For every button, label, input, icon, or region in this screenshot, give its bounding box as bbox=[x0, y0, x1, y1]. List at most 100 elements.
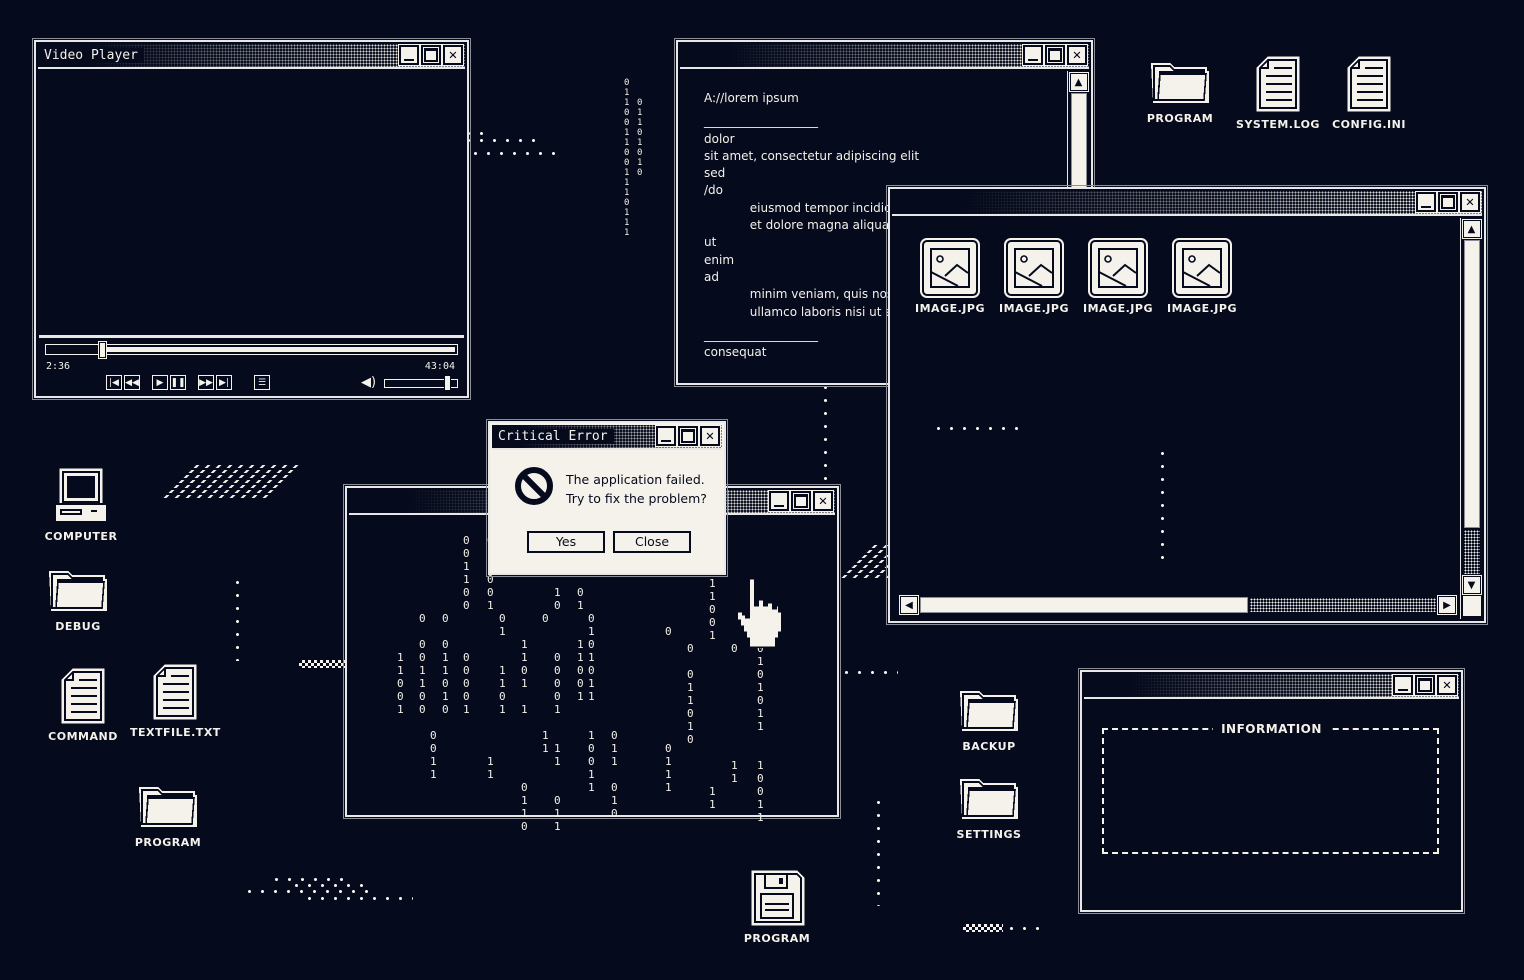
desktop-icon-backup[interactable]: BACKUP bbox=[944, 686, 1034, 753]
arrow-left-icon: ◀ bbox=[905, 599, 913, 611]
playlist-button[interactable]: ☰ bbox=[254, 375, 270, 390]
desktop-icon-program[interactable]: PROGRAM bbox=[1135, 58, 1225, 125]
desktop-icon-label: SYSTEM.LOG bbox=[1236, 118, 1320, 131]
horizontal-scroll-thumb[interactable] bbox=[920, 597, 1248, 613]
play-icon: ▶ bbox=[156, 377, 164, 388]
desktop-icon-label: PROGRAM bbox=[134, 836, 202, 849]
yes-button[interactable]: Yes bbox=[527, 531, 605, 553]
seek-bar[interactable] bbox=[45, 341, 458, 359]
text-line: sed bbox=[704, 166, 726, 181]
image-file-icon[interactable]: IMAGE.JPG bbox=[1078, 238, 1158, 315]
scroll-thumb[interactable] bbox=[1463, 240, 1480, 528]
vertical-scrollbar[interactable]: ▲ ▼ bbox=[1460, 218, 1482, 619]
decor-vdots-bottom bbox=[877, 796, 880, 906]
pause-button[interactable]: ❚❚ bbox=[170, 375, 186, 390]
text-line: dolor bbox=[704, 131, 735, 146]
desktop-icon-computer[interactable]: COMPUTER bbox=[36, 468, 126, 543]
skip-back-icon: |◀ bbox=[109, 377, 119, 388]
desktop-icon-system-log[interactable]: SYSTEM.LOG bbox=[1233, 56, 1323, 131]
volume-icon[interactable]: ◀) bbox=[361, 375, 376, 390]
volume-handle[interactable] bbox=[443, 375, 451, 391]
desktop-icon-textfile-txt[interactable]: TEXTFILE.TXT bbox=[130, 664, 220, 739]
rewind-button[interactable]: ◀◀ bbox=[124, 375, 140, 390]
image-file-icon[interactable]: IMAGE.JPG bbox=[1162, 238, 1242, 315]
close-button[interactable]: ✕ bbox=[1436, 674, 1458, 696]
window-title: Video Player bbox=[44, 48, 144, 63]
desktop-icon-label: COMMAND bbox=[48, 730, 118, 743]
image-icon bbox=[1088, 238, 1148, 298]
close-dialog-button[interactable]: Close bbox=[613, 531, 691, 553]
minimize-button[interactable] bbox=[1022, 44, 1044, 66]
desktop-icon-config-ini[interactable]: CONFIG.INI bbox=[1324, 56, 1414, 131]
skip-back-button[interactable]: |◀ bbox=[106, 375, 122, 390]
decor-dots-bottom-right bbox=[1005, 927, 1047, 930]
binary-stream-decor-2: 0 1 1 0 1 0 1 0 bbox=[637, 98, 643, 178]
video-player-window[interactable]: Video Player ✕ 2:36 43:04 |◀ ◀◀ ▶ ❚❚ ▶▶ … bbox=[32, 38, 471, 400]
scroll-right-button[interactable]: ▶ bbox=[1437, 595, 1457, 615]
text-window-titlebar[interactable]: ✕ bbox=[680, 44, 1089, 69]
critical-error-dialog[interactable]: Critical Error ✕ The application failed.… bbox=[486, 419, 728, 577]
maximize-button[interactable] bbox=[1044, 44, 1066, 66]
horizontal-scroll-track[interactable] bbox=[1250, 598, 1436, 612]
fast-forward-button[interactable]: ▶▶ bbox=[198, 375, 214, 390]
desktop-icon-label: SETTINGS bbox=[956, 828, 1022, 841]
binary-column: 0 0 0 1 1 0 1 0 bbox=[611, 534, 618, 820]
skip-forward-button[interactable]: ▶| bbox=[216, 375, 232, 390]
volume-slider[interactable] bbox=[384, 375, 458, 391]
pause-icon: ❚❚ bbox=[170, 377, 186, 388]
close-button[interactable]: ✕ bbox=[1459, 191, 1481, 213]
text-line: ___________________ bbox=[704, 114, 818, 129]
minimize-button[interactable] bbox=[1415, 191, 1437, 213]
video-player-titlebar[interactable]: Video Player ✕ bbox=[38, 44, 465, 69]
horizontal-scrollbar[interactable]: ◀ ▶ bbox=[899, 595, 1457, 615]
image-folder-window[interactable]: ✕ IMAGE.JPG IMAGE.JPG IMAGE.JPG IMAGE.JPG ▲… bbox=[886, 185, 1488, 625]
scroll-down-button[interactable]: ▼ bbox=[1461, 575, 1482, 595]
folder-icon bbox=[944, 774, 1034, 822]
information-window[interactable]: ✕ INFORMATION bbox=[1078, 668, 1465, 914]
maximize-button[interactable] bbox=[420, 44, 442, 66]
desktop-icon-settings[interactable]: SETTINGS bbox=[944, 774, 1034, 841]
image-window-titlebar[interactable]: ✕ bbox=[892, 191, 1482, 216]
maximize-button[interactable] bbox=[1414, 674, 1436, 696]
arrow-up-icon: ▲ bbox=[1467, 223, 1476, 235]
info-window-titlebar[interactable]: ✕ bbox=[1084, 674, 1459, 699]
desktop-icon-label: PROGRAM bbox=[1146, 112, 1214, 125]
playlist-icon: ☰ bbox=[257, 377, 267, 388]
minimize-button[interactable] bbox=[1392, 674, 1414, 696]
close-button[interactable]: ✕ bbox=[812, 490, 834, 512]
maximize-button[interactable] bbox=[790, 490, 812, 512]
desktop-icon-command[interactable]: COMMAND bbox=[38, 668, 128, 743]
binary-column: 0 0 1 1 0 1 0 bbox=[442, 612, 449, 716]
info-frame bbox=[1102, 728, 1439, 854]
binary-column: 1 1 0 1 1 0 1 1 0 bbox=[521, 638, 528, 833]
play-button[interactable]: ▶ bbox=[152, 375, 168, 390]
scroll-up-button[interactable]: ▲ bbox=[1068, 72, 1089, 92]
video-screen[interactable] bbox=[39, 70, 464, 338]
close-button[interactable]: ✕ bbox=[442, 44, 464, 66]
close-button[interactable]: ✕ bbox=[1066, 44, 1088, 66]
maximize-button[interactable] bbox=[1437, 191, 1459, 213]
scroll-up-button[interactable]: ▲ bbox=[1461, 219, 1482, 239]
image-file-icon[interactable]: IMAGE.JPG bbox=[994, 238, 1074, 315]
desktop-icon-debug[interactable]: DEBUG bbox=[33, 566, 123, 633]
minimize-button[interactable] bbox=[655, 425, 677, 447]
arrow-down-icon: ▼ bbox=[1467, 579, 1476, 591]
maximize-button[interactable] bbox=[677, 425, 699, 447]
desktop-icon-label: CONFIG.INI bbox=[1332, 118, 1406, 131]
decor-vdots-left bbox=[236, 576, 239, 661]
desktop-icon-program[interactable]: PROGRAM bbox=[732, 870, 822, 945]
scroll-track[interactable] bbox=[1463, 530, 1480, 574]
desktop-icon-program[interactable]: PROGRAM bbox=[123, 782, 213, 849]
close-button[interactable]: ✕ bbox=[699, 425, 721, 447]
error-message-line2: Try to fix the problem? bbox=[566, 491, 707, 506]
text-line: sit amet, consectetur adipiscing elit bbox=[704, 148, 920, 163]
binary-stream-decor: 0 1 1 0 0 1 1 0 0 1 1 1 0 1 1 1 bbox=[624, 78, 630, 238]
decor-vdots-center bbox=[824, 368, 827, 483]
minimize-button[interactable] bbox=[398, 44, 420, 66]
binary-column: 1 0 0 0 0 0 1 1 1 0 1 1 bbox=[554, 586, 561, 833]
error-dialog-titlebar[interactable]: Critical Error ✕ bbox=[492, 425, 722, 450]
image-file-icon[interactable]: IMAGE.JPG bbox=[910, 238, 990, 315]
seek-handle[interactable] bbox=[97, 341, 107, 359]
scroll-left-button[interactable]: ◀ bbox=[899, 595, 919, 615]
minimize-button[interactable] bbox=[768, 490, 790, 512]
